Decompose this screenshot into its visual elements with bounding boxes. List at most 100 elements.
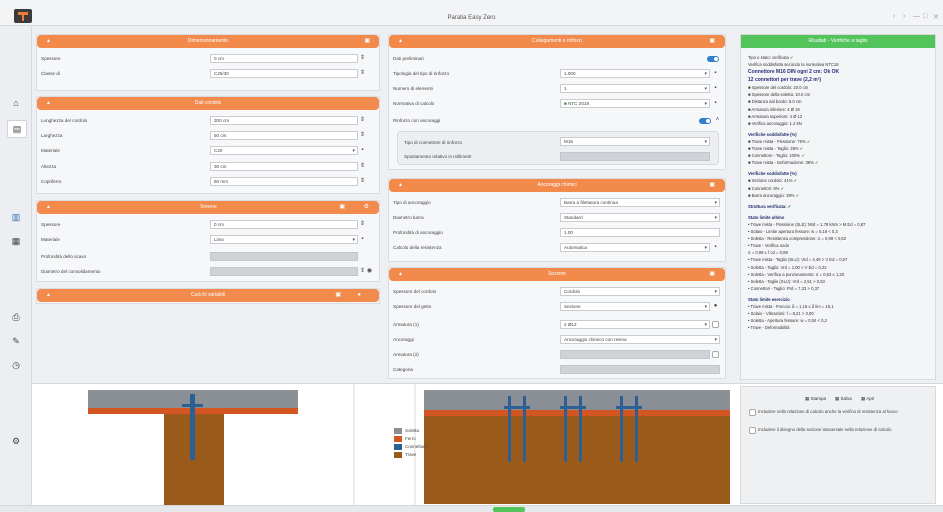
gear-icon[interactable]: ⚙ <box>11 436 21 446</box>
normativa-select[interactable]: ■ NTC 2018 ▾ <box>560 99 710 108</box>
panel-header[interactable]: ▲ Ancoraggi chimici ▣ <box>389 179 725 192</box>
info-icon[interactable]: ▪ <box>712 84 719 93</box>
circle-icon[interactable]: ● <box>357 289 361 302</box>
panel-title: Dimensionamento <box>187 38 229 44</box>
calendar-icon[interactable]: ▤ <box>7 120 27 138</box>
altezza-input[interactable]: 30 cm <box>210 162 358 171</box>
select-value: 2 Ø12 <box>564 322 577 327</box>
info-icon[interactable]: ▪ <box>359 146 366 155</box>
collapse-icon[interactable]: ▲ <box>398 179 403 192</box>
info-icon[interactable]: ▪ <box>712 69 719 78</box>
spessore-input[interactable]: 0 cm <box>210 54 358 63</box>
panel-header[interactable]: ▲ Dimensionamento ▣ <box>37 35 379 48</box>
stepper-icon[interactable]: ⇕ <box>359 69 366 78</box>
stepper-icon[interactable]: ⇕ <box>359 131 366 140</box>
armatura-select[interactable]: 2 Ø12 ▾ <box>560 320 710 329</box>
results-panel: Risultati - Verifiche a taglio Tipo e st… <box>740 34 936 380</box>
stepper-icon[interactable]: ⇕ <box>359 116 366 125</box>
maximize-button[interactable]: □ <box>923 13 927 20</box>
settings-icon[interactable]: ⚙ <box>364 201 369 214</box>
home-icon[interactable]: ⌂ <box>11 98 21 108</box>
minimize-button[interactable]: — <box>913 13 920 20</box>
open-button[interactable]: ▦ Apri <box>861 394 874 404</box>
cordolo-select[interactable]: Cordolo ▾ <box>560 287 720 296</box>
info-icon[interactable]: ▣ <box>364 35 370 48</box>
chevron-down-icon: ▾ <box>352 237 355 243</box>
clock-icon[interactable]: ◷ <box>11 360 21 370</box>
stepper-icon[interactable]: ⇕ <box>359 162 366 171</box>
resistenza-select[interactable]: Automatica ▾ <box>560 243 710 252</box>
preliminary-toggle[interactable] <box>707 56 719 62</box>
drawing-checkbox[interactable] <box>749 427 756 434</box>
save-button[interactable]: ▦ Salva <box>835 394 852 404</box>
print-icon[interactable]: ⎙ <box>11 312 21 322</box>
back-icon[interactable]: ‹ <box>893 13 895 20</box>
info-icon[interactable]: ▪ <box>712 99 719 108</box>
ancoraggio-select[interactable]: Barra a filettatura continua ▾ <box>560 198 720 207</box>
stepper-icon[interactable]: ⇕ <box>359 54 366 63</box>
connettore-select[interactable]: M16 ▾ <box>560 137 710 146</box>
field-row: Materiale C20 ▾ ▪ <box>37 146 381 157</box>
result-line: σ = 0,69 ≤ f cd = 0,89 <box>748 250 788 256</box>
stepper-icon[interactable]: ⇕ <box>359 220 366 229</box>
collapse-icon[interactable]: ▲ <box>46 201 51 214</box>
connector-plate <box>182 404 203 407</box>
getto-select[interactable]: Sezione ▾ <box>560 302 710 311</box>
forward-icon[interactable]: › <box>903 13 905 20</box>
result-line: ■ Trave mista - Taglio: 28% ✔ <box>748 146 804 151</box>
collapse-icon[interactable]: ▲ <box>398 268 403 281</box>
panel-header[interactable]: ▲ Carichi variabili ▣ ● <box>37 289 379 302</box>
eye-icon[interactable]: ◉ <box>366 267 373 276</box>
field-row: Calcolo della resistenza Automatica ▾ ▪ <box>389 243 727 254</box>
copriferro-input[interactable]: 60 mm <box>210 177 358 186</box>
larghezza-input[interactable]: 50 cm <box>210 131 358 140</box>
circle-icon[interactable]: ● <box>712 302 719 311</box>
info-icon[interactable]: ▣ <box>335 289 341 302</box>
profondita-ancoraggio-input[interactable]: 1.00 <box>560 228 720 237</box>
select-value: C20 <box>214 148 223 153</box>
chevron-up-icon[interactable]: ˄ <box>714 116 721 125</box>
collapse-icon[interactable]: ▲ <box>398 35 403 48</box>
field-row: Spessore del getto Sezione ▾ ● <box>389 302 727 313</box>
collapse-icon[interactable]: ▲ <box>46 35 51 48</box>
chevron-down-icon: ▾ <box>704 101 707 107</box>
close-button[interactable]: ✕ <box>933 13 939 21</box>
armatura-checkbox[interactable] <box>712 321 719 328</box>
elementi-select[interactable]: 1 ▾ <box>560 84 710 93</box>
materiale-select[interactable]: C20 ▾ <box>210 146 358 155</box>
info-icon[interactable]: ▣ <box>339 201 345 214</box>
stepper-icon[interactable]: ⇕ <box>359 177 366 186</box>
lunghezza-input[interactable]: 300 cm <box>210 116 358 125</box>
rinforzo-select[interactable]: 1.000 ▾ <box>560 69 710 78</box>
field-row: Diametro del consolidamento ⇕ ◉ <box>37 267 381 278</box>
field-row: Numero di elementi 1 ▾ ▪ <box>389 84 727 95</box>
collapse-icon[interactable]: ▲ <box>46 97 51 110</box>
info-icon[interactable]: ▣ <box>709 179 715 192</box>
stepper-icon[interactable]: ⇕ <box>359 267 366 276</box>
armatura2-checkbox[interactable] <box>712 351 719 358</box>
print-button[interactable]: ▦ Stampa <box>805 394 826 404</box>
panel-header[interactable]: ▲ Dati cordolo <box>37 97 379 110</box>
ancoraggi-select[interactable]: Ancoraggio chimico con resina ▾ <box>560 335 720 344</box>
info-icon[interactable]: ▪ <box>712 243 719 252</box>
legend-swatch <box>394 452 402 458</box>
diametro-select[interactable]: Standard ▾ <box>560 213 720 222</box>
info-icon[interactable]: ▪ <box>359 235 366 244</box>
edit-icon[interactable]: ✎ <box>11 336 21 346</box>
panel-header[interactable]: ▲ Terreno ▣ ⚙ <box>37 201 379 214</box>
panel-header[interactable]: ▲ Sezione ▣ <box>389 268 725 281</box>
soil-spessore-input[interactable]: 0 cm <box>210 220 358 229</box>
panel-header[interactable]: ▲ Collegamenti e rinforzi ▣ <box>389 35 725 48</box>
info-icon[interactable]: ▣ <box>709 35 715 48</box>
sidebar: ⌂ ▤ ▥ ▦ ⎙ ✎ ◷ ⚙ <box>0 26 32 512</box>
fire-check-checkbox[interactable] <box>749 409 756 416</box>
layers-icon[interactable]: ▥ <box>11 212 21 222</box>
collapse-icon[interactable]: ▲ <box>46 289 51 302</box>
book-icon[interactable]: ▦ <box>11 236 21 246</box>
panel-title: Collegamenti e rinforzi <box>532 38 582 44</box>
soil-material-select[interactable]: Limo ▾ <box>210 235 358 244</box>
info-icon[interactable]: ▣ <box>709 268 715 281</box>
anchors-toggle[interactable] <box>699 118 711 124</box>
result-line: • Soletta - Taglio: Vrd = 1,00 > V Ed = … <box>748 264 827 270</box>
classe-input[interactable]: C25/30 <box>210 69 358 78</box>
